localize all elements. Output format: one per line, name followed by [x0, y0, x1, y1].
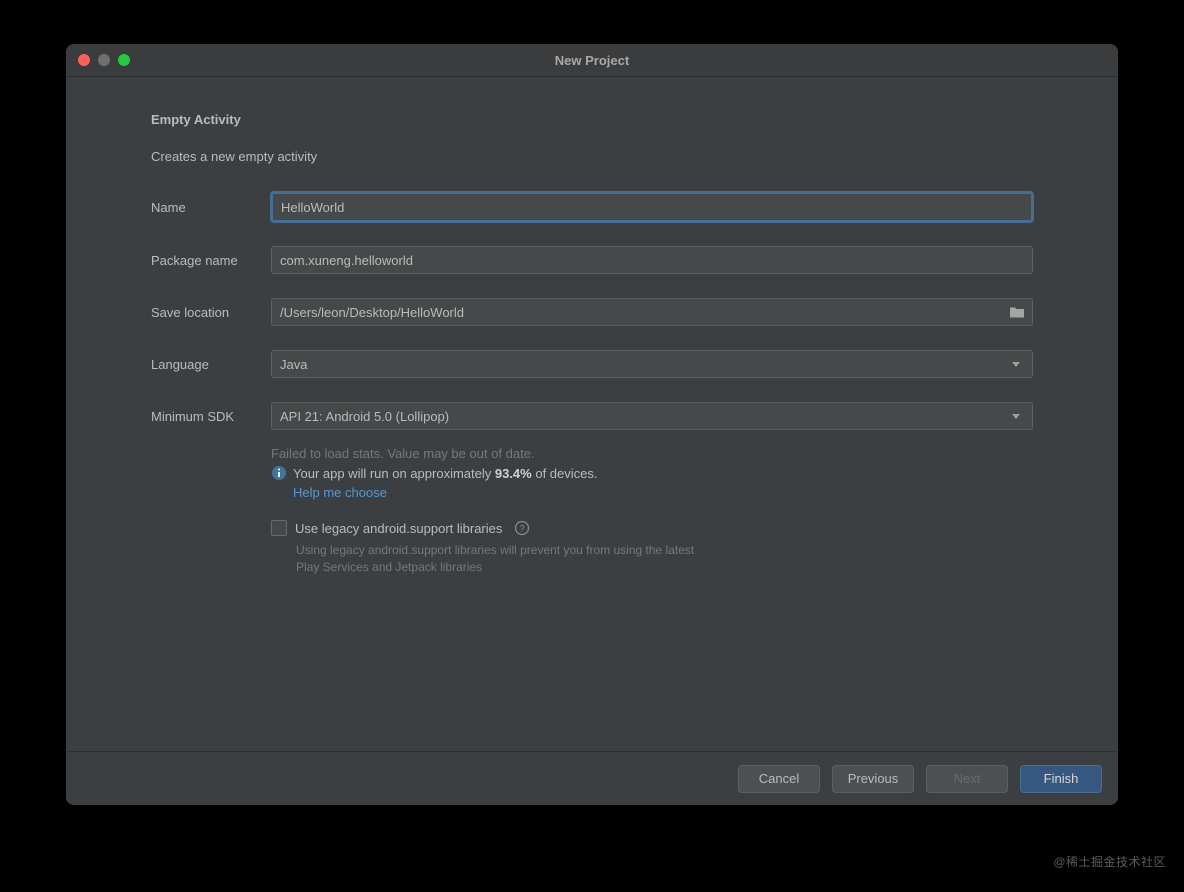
info-icon [271, 465, 287, 481]
next-button: Next [926, 765, 1008, 793]
language-row: Language Java [151, 350, 1033, 378]
name-row: Name [151, 192, 1033, 222]
dialog-footer: Cancel Previous Next Finish [66, 751, 1118, 805]
legacy-hint: Using legacy android.support libraries w… [296, 542, 696, 576]
chevron-down-icon [1012, 414, 1020, 419]
window-controls [78, 54, 130, 66]
min-sdk-label: Minimum SDK [151, 409, 271, 424]
dialog-content: Empty Activity Creates a new empty activ… [66, 77, 1118, 751]
stats-fail-text: Failed to load stats. Value may be out o… [271, 446, 1033, 461]
previous-button[interactable]: Previous [832, 765, 914, 793]
name-input[interactable] [271, 192, 1033, 222]
svg-text:?: ? [520, 524, 525, 534]
chevron-down-icon [1012, 362, 1020, 367]
coverage-percent: 93.4% [495, 466, 532, 481]
window-title: New Project [555, 53, 629, 68]
sdk-info: Failed to load stats. Value may be out o… [271, 446, 1033, 500]
minimize-icon[interactable] [98, 54, 110, 66]
name-label: Name [151, 200, 271, 215]
min-sdk-select[interactable]: API 21: Android 5.0 (Lollipop) [271, 402, 1033, 430]
legacy-checkbox-label: Use legacy android.support libraries [295, 521, 502, 536]
save-location-label: Save location [151, 305, 271, 320]
device-coverage-text: Your app will run on approximately 93.4%… [271, 465, 1033, 481]
save-location-row: Save location [151, 298, 1033, 326]
finish-button[interactable]: Finish [1020, 765, 1102, 793]
watermark: @稀土掘金技术社区 [1053, 853, 1166, 870]
maximize-icon[interactable] [118, 54, 130, 66]
min-sdk-value: API 21: Android 5.0 (Lollipop) [280, 409, 449, 424]
language-value: Java [280, 357, 307, 372]
legacy-checkbox[interactable] [271, 520, 287, 536]
package-label: Package name [151, 253, 271, 268]
legacy-checkbox-row: Use legacy android.support libraries ? [271, 520, 1033, 536]
close-icon[interactable] [78, 54, 90, 66]
help-me-choose-link[interactable]: Help me choose [293, 485, 1033, 500]
help-icon[interactable]: ? [514, 520, 530, 536]
new-project-dialog: New Project Empty Activity Creates a new… [66, 44, 1118, 805]
language-label: Language [151, 357, 271, 372]
language-select[interactable]: Java [271, 350, 1033, 378]
titlebar: New Project [66, 44, 1118, 77]
page-heading: Empty Activity [151, 112, 1033, 127]
page-subheading: Creates a new empty activity [151, 149, 1033, 164]
package-row: Package name [151, 246, 1033, 274]
save-location-input[interactable] [271, 298, 1033, 326]
min-sdk-row: Minimum SDK API 21: Android 5.0 (Lollipo… [151, 402, 1033, 430]
package-input[interactable] [271, 246, 1033, 274]
cancel-button[interactable]: Cancel [738, 765, 820, 793]
